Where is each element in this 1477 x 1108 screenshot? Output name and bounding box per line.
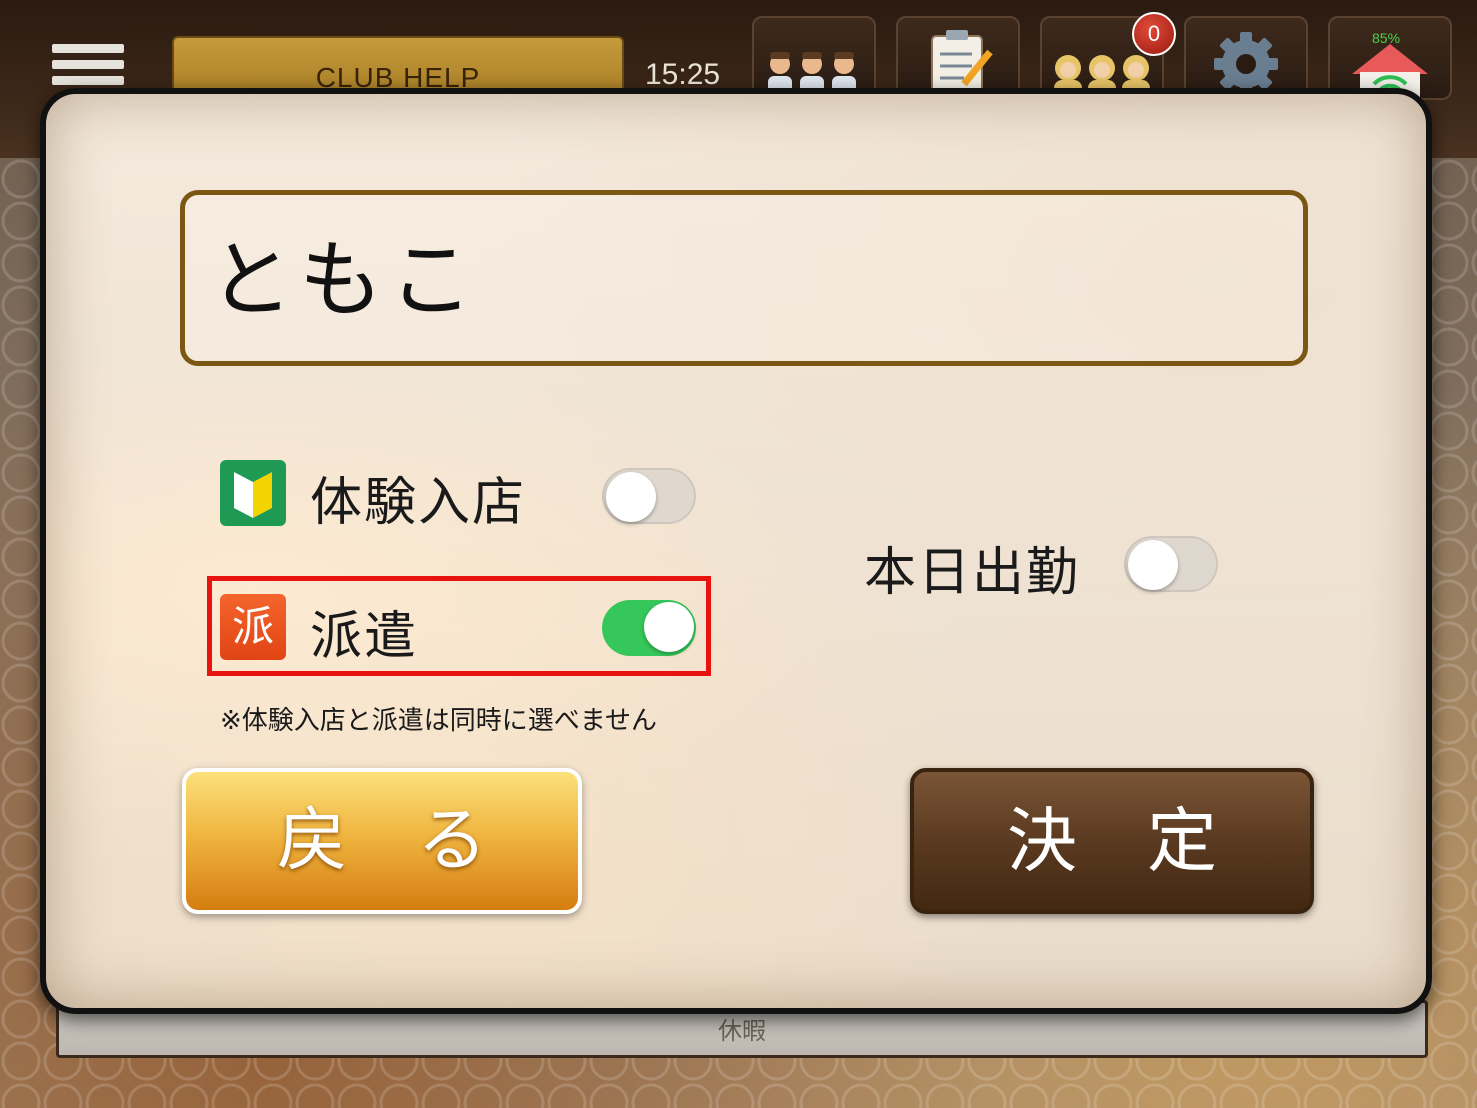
cast-name-field[interactable]: ともこ <box>180 190 1308 366</box>
underlying-row-label: 休暇 <box>718 1017 766 1045</box>
clipboard-icon <box>931 30 993 97</box>
cast-name-value: ともこ <box>209 231 480 329</box>
notification-badge: 0 <box>1132 12 1176 56</box>
toggle-knob <box>606 472 656 522</box>
trial-label: 体験入店 <box>310 473 527 533</box>
exclusive-note: ※体験入店と派遣は同時に選べません <box>220 706 658 736</box>
cast-edit-dialog: ともこ 体験入店 派 派遣 本日出勤 ※体験入店と派遣は同時に選べません 戻る … <box>40 88 1432 1014</box>
trial-toggle[interactable] <box>602 468 696 524</box>
gear-icon <box>1214 32 1278 96</box>
confirm-button[interactable]: 決定 <box>910 768 1314 914</box>
beginner-mark-icon <box>220 460 286 526</box>
attendance-label: 本日出勤 <box>864 543 1081 603</box>
back-button[interactable]: 戻る <box>182 768 582 914</box>
attendance-toggle[interactable] <box>1124 536 1218 592</box>
battery-level: 85% <box>1372 30 1401 46</box>
dispatch-highlight-box <box>207 576 711 676</box>
staff-group-icon <box>768 52 856 96</box>
menu-icon[interactable] <box>52 44 124 86</box>
clock: 15:25 <box>645 58 721 91</box>
toggle-knob <box>1128 540 1178 590</box>
